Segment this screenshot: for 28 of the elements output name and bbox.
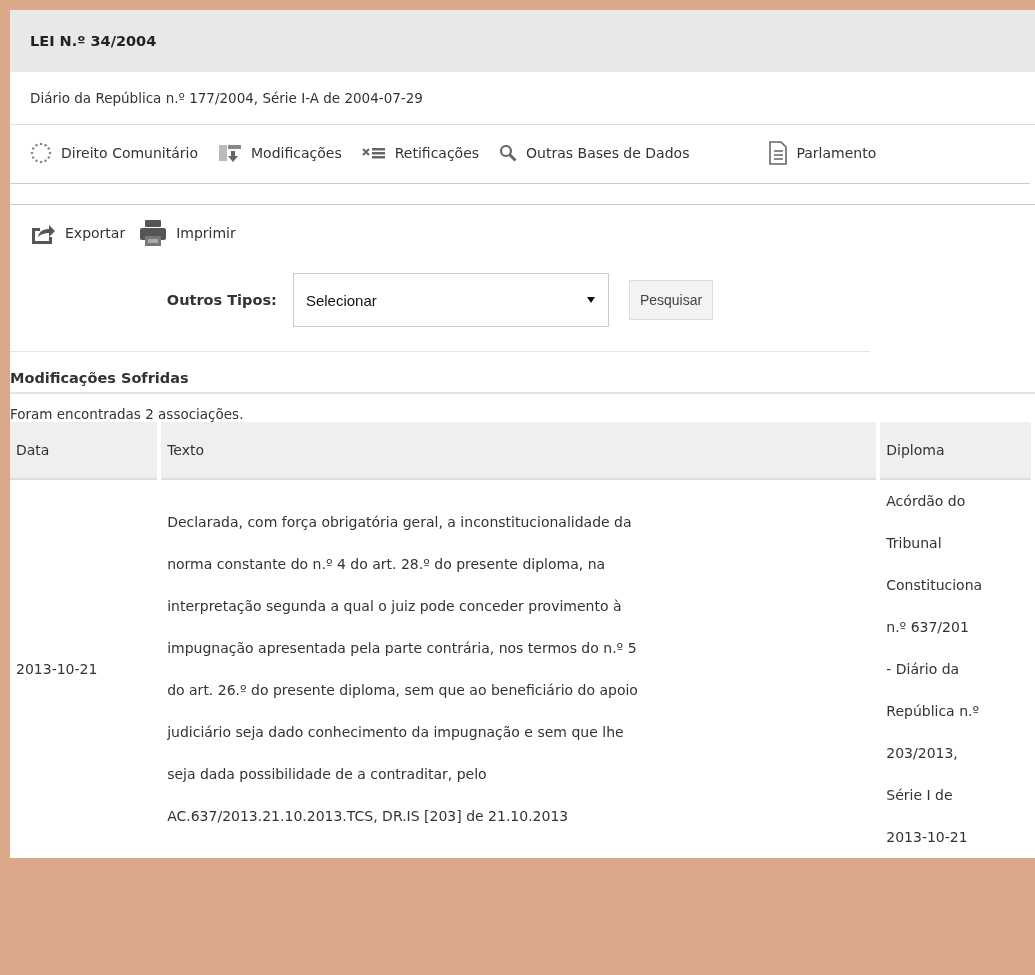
toolbar-link[interactable]: Retificações: [361, 141, 480, 165]
toolbar-link[interactable]: Direito Comunitário: [30, 141, 199, 165]
diploma-cell-text: Acórdão do Tribunal Constituciona n.º 637/201 - Diário da República n.º 203/2013, Série I de 2013-10-21: [885, 492, 984, 847]
document-icon: [769, 141, 788, 165]
action-link[interactable]: Imprimir: [139, 219, 236, 247]
publication-info: Diário da República n.º 177/2004, Série I-A de 2004-07-29: [10, 72, 1035, 125]
toolbar-link[interactable]: Modificações: [218, 141, 342, 165]
column-header: Diploma: [880, 422, 1031, 480]
toolbar-link[interactable]: Parlamento: [769, 141, 877, 165]
search-icon: [499, 144, 518, 162]
type-select[interactable]: Selecionar: [292, 273, 609, 327]
section-heading: Modificações Sofridas: [10, 370, 1035, 394]
description-cell-text: Declarada, com força obrigatória geral, a inconstitucionalidade da norma constante do n.º 4 do art. 28.º do presente diploma, na interpretação segunda a qual o juiz pode conceder provimento à impugnação apresentada pela parte contrária, nos termos do n.º 5 do art. 26.º do presente diploma, sem que ao beneficiário do apoio judiciário seja dado conhecimento da impugnação e sem que lhe seja dada possibilidade de a contraditar, pelo AC.637/2013.21.10.2013.TCS, DR.IS [203] de 21.10.2013: [166, 513, 639, 826]
star-circle-icon: [30, 142, 52, 164]
dropdown-caret-icon: [585, 296, 596, 304]
x-list-icon: [361, 146, 386, 160]
toolbar-link[interactable]: Outras Bases de Dados: [499, 141, 690, 165]
filter-label: Outros Tipos:: [166, 292, 277, 308]
action-link[interactable]: Exportar: [30, 219, 126, 247]
column-header: Data: [10, 422, 158, 480]
date-cell-text: 2013-10-21: [15, 660, 99, 679]
column-header: Texto: [161, 422, 877, 480]
document-title: LEI N.º 34/2004: [30, 33, 157, 49]
search-button[interactable]: Pesquisar: [628, 280, 714, 320]
printer-icon: [139, 219, 168, 247]
results-count: Foram encontradas 2 associações.: [10, 405, 245, 422]
table-arrow-icon: [218, 143, 243, 163]
share-icon: [30, 222, 56, 244]
